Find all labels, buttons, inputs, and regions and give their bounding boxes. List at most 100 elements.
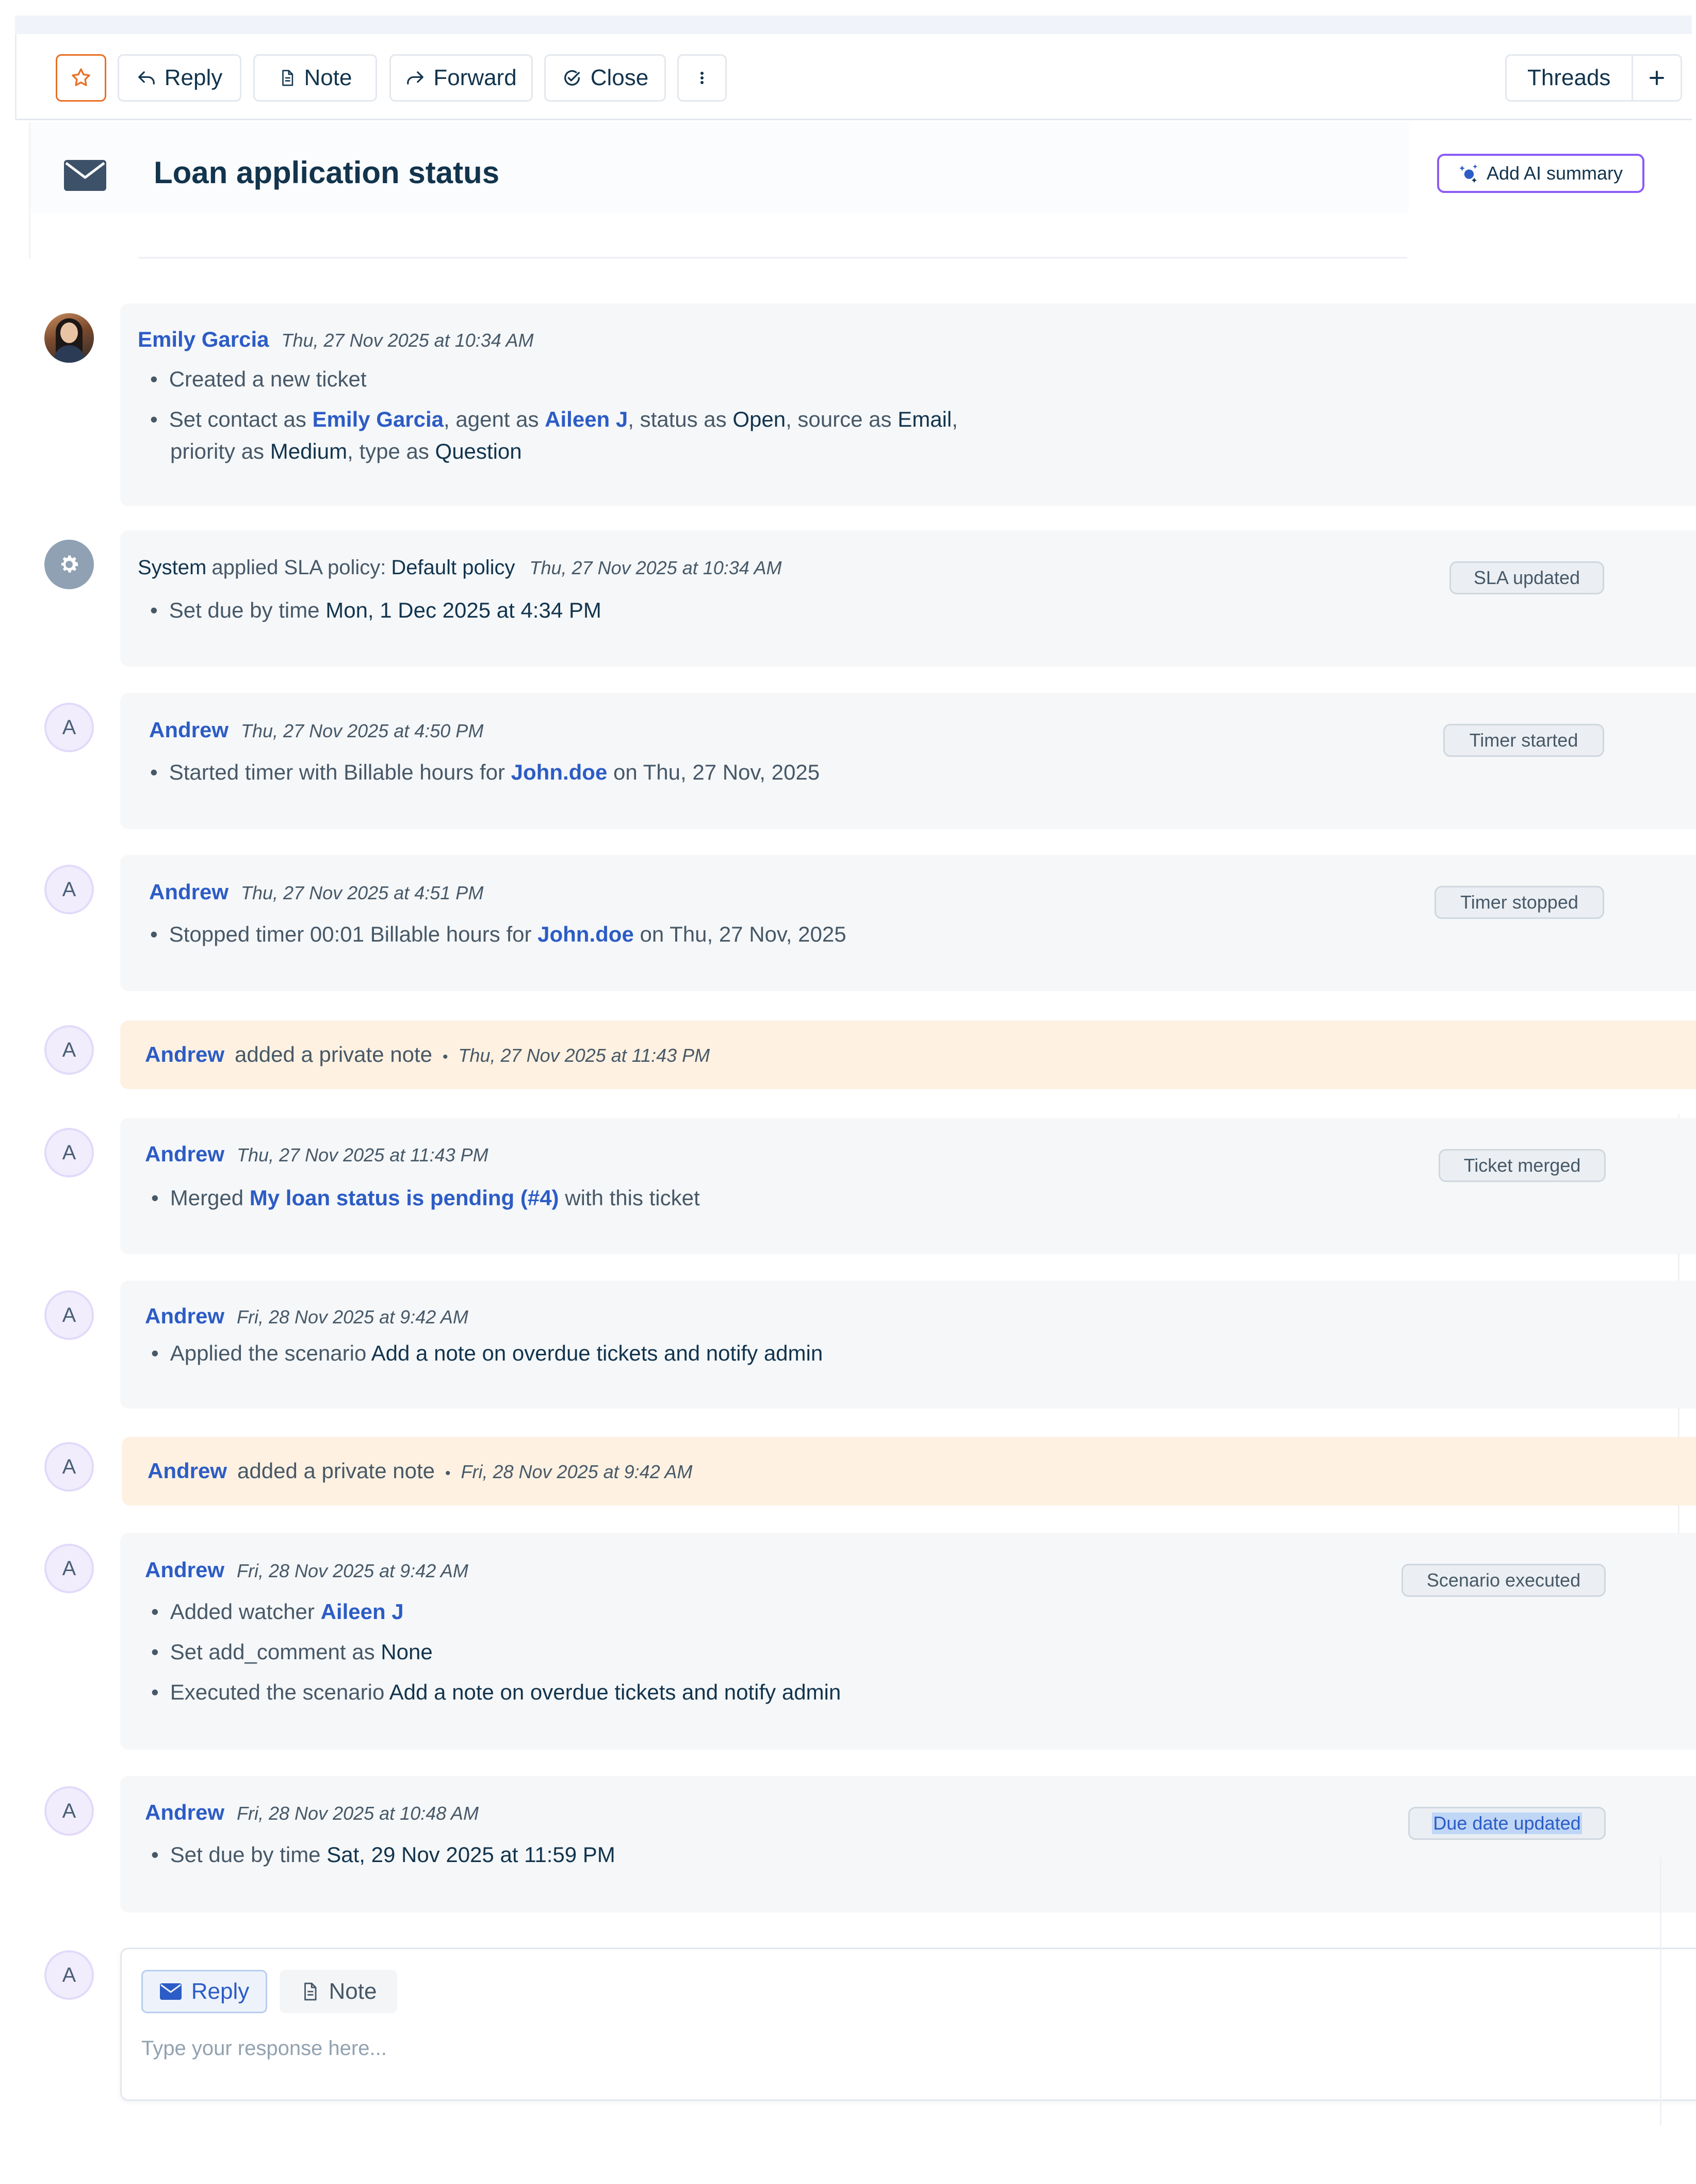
private-note-row[interactable]: Andrew added a private note • Fri, 28 No…	[122, 1437, 1696, 1506]
avatar	[44, 540, 94, 589]
bullet-text: , type as	[347, 439, 435, 463]
activity-action: added a private note	[235, 1042, 432, 1066]
activity-timestamp: Thu, 27 Nov 2025 at 10:34 AM	[281, 330, 534, 351]
avatar: A	[44, 703, 94, 752]
activity-action: added a private note	[237, 1459, 435, 1483]
contact-link[interactable]: Emily Garcia	[313, 407, 444, 431]
avatar-initial: A	[62, 716, 76, 739]
avatar-initial: A	[62, 1455, 76, 1478]
activity-author[interactable]: Andrew	[148, 1459, 227, 1483]
activity-author[interactable]: Emily Garcia	[138, 327, 269, 352]
activity-author[interactable]: Andrew	[145, 1800, 224, 1825]
status-badge: Timer started	[1443, 724, 1604, 757]
private-note-row[interactable]: Andrew added a private note • Thu, 27 No…	[120, 1021, 1696, 1089]
activity-author[interactable]: Andrew	[149, 718, 229, 742]
response-input[interactable]: Type your response here...	[141, 2037, 387, 2060]
threads-button-label: Threads	[1527, 65, 1611, 90]
close-button[interactable]: Close	[544, 54, 666, 102]
mail-icon	[159, 1983, 182, 2000]
merged-ticket-link[interactable]: My loan status is pending (#4)	[250, 1186, 559, 1210]
activity-author: System	[138, 556, 207, 579]
status-badge: Due date updated	[1408, 1807, 1606, 1840]
activity-card: Andrew Fri, 28 Nov 2025 at 10:48 AM Due …	[120, 1776, 1696, 1913]
avatar: A	[44, 1290, 94, 1340]
user-link[interactable]: John.doe	[511, 760, 608, 784]
bullet-text: , source as	[786, 407, 898, 431]
activity-author[interactable]: Andrew	[145, 1558, 224, 1582]
forward-button[interactable]: Forward	[389, 54, 533, 102]
scenario-name: Add a note on overdue tickets and notify…	[389, 1680, 841, 1704]
add-ai-summary-button[interactable]: Add AI summary	[1437, 154, 1644, 193]
bullet-text: , agent as	[444, 407, 545, 431]
scenario-name: Add a note on overdue tickets and notify…	[371, 1341, 823, 1365]
activity-timestamp: Thu, 27 Nov 2025 at 11:43 PM	[458, 1045, 710, 1066]
bullet-text: ,	[952, 407, 958, 431]
add-thread-button[interactable]	[1633, 56, 1681, 100]
avatar-initial: A	[62, 1303, 76, 1326]
activity-author[interactable]: Andrew	[145, 1042, 224, 1067]
activity-card: Andrew Thu, 27 Nov 2025 at 11:43 PM Tick…	[120, 1118, 1696, 1254]
note-button-label: Note	[304, 65, 352, 90]
source-value: Email	[898, 407, 952, 431]
bullet-text: Created a new ticket	[169, 367, 367, 391]
activity-timestamp: Fri, 28 Nov 2025 at 9:42 AM	[237, 1306, 468, 1328]
activity-bullet-continuation: priority as Medium, type as Question	[170, 435, 522, 467]
user-link[interactable]: John.doe	[537, 922, 634, 946]
status-badge: Ticket merged	[1439, 1149, 1606, 1182]
reply-arrow-icon	[138, 71, 155, 85]
type-value: Question	[435, 439, 522, 463]
composer-note-tab[interactable]: Note	[280, 1970, 397, 2013]
watcher-link[interactable]: Aileen J	[321, 1599, 404, 1624]
gear-icon	[61, 555, 78, 573]
bullet-text: Set contact as	[169, 407, 313, 431]
activity-timestamp: Thu, 27 Nov 2025 at 11:43 PM	[237, 1144, 488, 1166]
reply-button[interactable]: Reply	[118, 54, 241, 102]
composer-reply-label: Reply	[191, 1979, 250, 2004]
separator-dot: •	[442, 1048, 448, 1065]
bullet-text: priority as	[170, 439, 270, 463]
bullet-text: Executed the scenario	[170, 1680, 389, 1704]
star-button[interactable]	[56, 54, 106, 102]
activity-bullet: Set due by time Mon, 1 Dec 2025 at 4:34 …	[150, 594, 601, 626]
avatar-initial: A	[62, 1038, 76, 1061]
ticket-title: Loan application status	[154, 155, 500, 190]
activity-timestamp: Thu, 27 Nov 2025 at 4:50 PM	[241, 720, 484, 741]
activity-bullet: Applied the scenario Add a note on overd…	[151, 1337, 823, 1369]
badge-highlighted-text: Due date updated	[1432, 1813, 1582, 1834]
avatar-initial: A	[62, 1963, 76, 1986]
composer-reply-tab[interactable]: Reply	[141, 1970, 267, 2013]
activity-card: Andrew Fri, 28 Nov 2025 at 9:42 AM Appli…	[120, 1281, 1696, 1409]
bullet-text: on Thu, 27 Nov, 2025	[607, 760, 820, 784]
note-button[interactable]: Note	[253, 54, 377, 102]
forward-arrow-icon	[407, 71, 424, 85]
activity-bullet: Executed the scenario Add a note on over…	[151, 1676, 841, 1708]
activity-timestamp: Fri, 28 Nov 2025 at 10:48 AM	[237, 1803, 479, 1824]
activity-bullet: Set add_comment as None	[151, 1636, 433, 1668]
activity-author[interactable]: Andrew	[149, 880, 229, 904]
activity-card: System applied SLA policy: Default polic…	[120, 530, 1696, 667]
sla-policy-name: Default policy	[391, 556, 515, 579]
ai-sparkle-icon	[1459, 164, 1478, 183]
bullet-text: Added watcher	[170, 1599, 321, 1624]
activity-card: Andrew Fri, 28 Nov 2025 at 9:42 AM Scena…	[120, 1533, 1696, 1750]
activity-bullet: Added watcher Aileen J	[151, 1596, 404, 1628]
avatar: A	[44, 1442, 94, 1492]
header-divider	[138, 257, 1407, 258]
avatar: A	[44, 1025, 94, 1075]
activity-bullet: Set due by time Sat, 29 Nov 2025 at 11:5…	[151, 1839, 615, 1871]
bullet-text: Started timer with Billable hours for	[169, 760, 511, 784]
plus-icon	[1650, 71, 1664, 85]
activity-bullet: Started timer with Billable hours for Jo…	[150, 756, 820, 788]
activity-card: Emily Garcia Thu, 27 Nov 2025 at 10:34 A…	[120, 303, 1696, 506]
top-band	[15, 15, 1692, 34]
activity-author[interactable]: Andrew	[145, 1304, 224, 1329]
bullet-text: Stopped timer 00:01 Billable hours for	[169, 922, 538, 946]
activity-bullet: Set contact as Emily Garcia, agent as Ai…	[150, 403, 958, 435]
reply-button-label: Reply	[164, 65, 223, 90]
activity-author[interactable]: Andrew	[145, 1142, 224, 1167]
bullet-text: Set add_comment as	[170, 1640, 381, 1664]
bullet-text: , status as	[628, 407, 733, 431]
agent-link[interactable]: Aileen J	[545, 407, 628, 431]
more-options-button[interactable]	[677, 54, 727, 102]
avatar: A	[44, 865, 94, 914]
